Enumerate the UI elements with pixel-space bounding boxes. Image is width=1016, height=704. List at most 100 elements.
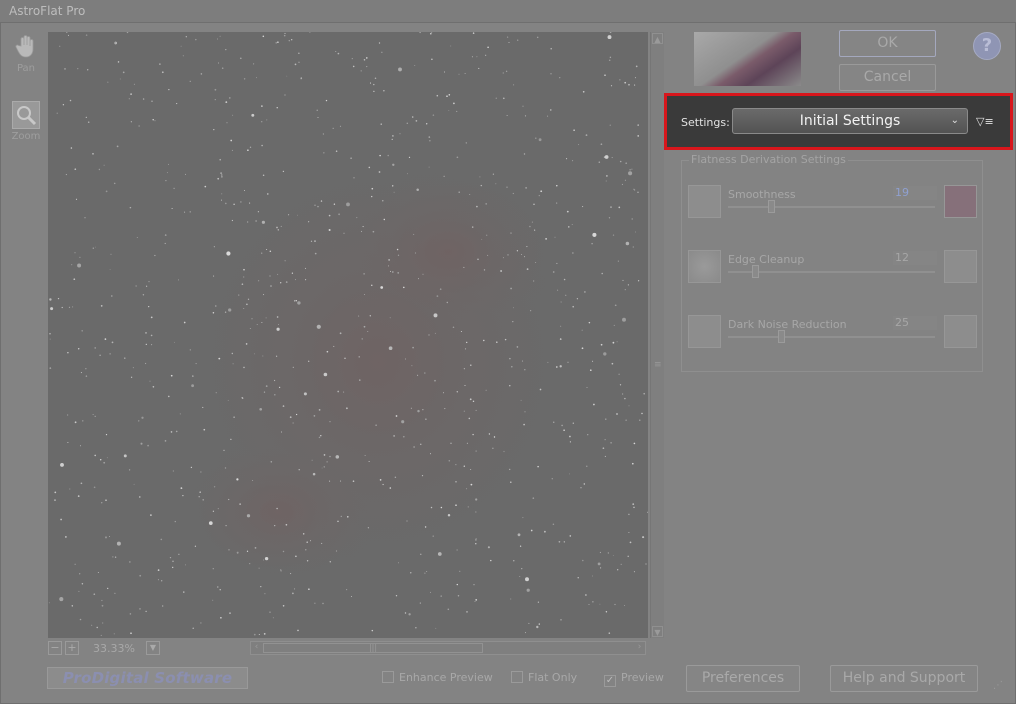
star <box>569 473 571 475</box>
star <box>312 472 316 476</box>
image-preview-canvas[interactable] <box>48 32 648 638</box>
star <box>623 604 625 606</box>
star <box>414 65 416 66</box>
slider-track[interactable] <box>728 206 935 208</box>
star <box>532 497 535 499</box>
star <box>195 38 197 41</box>
star <box>475 539 477 541</box>
star <box>353 176 355 179</box>
pan-tool[interactable]: Pan <box>8 34 44 74</box>
star <box>464 385 466 386</box>
zoom-dropdown-button[interactable]: ▼ <box>146 641 160 655</box>
star <box>614 603 616 606</box>
star <box>254 353 255 355</box>
star <box>82 420 84 422</box>
resize-grip-icon[interactable]: ⋰ <box>993 680 1003 691</box>
star <box>560 325 562 327</box>
star <box>308 221 310 223</box>
star <box>519 545 522 547</box>
slider-track[interactable] <box>728 271 935 273</box>
menu-icon[interactable]: ▽≡ <box>976 115 1000 131</box>
horizontal-scrollbar[interactable]: ‹ ||| › <box>250 641 646 655</box>
flat-only-checkbox[interactable]: Flat Only <box>511 671 577 684</box>
star <box>414 252 417 254</box>
star <box>495 183 497 185</box>
star <box>603 352 607 356</box>
flat-only-box[interactable] <box>511 671 523 683</box>
star <box>294 300 296 302</box>
preferences-button[interactable]: Preferences <box>686 665 800 692</box>
star <box>483 269 486 271</box>
star <box>592 360 594 362</box>
star <box>294 63 297 66</box>
dark-noise-value-field[interactable]: 25 <box>893 316 937 330</box>
slider-track[interactable] <box>728 336 935 338</box>
settings-preset-select[interactable]: Initial Settings ⌄ <box>732 108 968 134</box>
star <box>303 392 307 396</box>
scroll-down-icon[interactable]: ▼ <box>652 626 663 637</box>
star <box>130 93 132 95</box>
star <box>586 387 588 388</box>
enhance-preview-box[interactable] <box>382 671 394 683</box>
help-and-support-button[interactable]: Help and Support <box>830 665 978 692</box>
star <box>599 551 601 554</box>
star <box>467 506 469 508</box>
zoom-in-button[interactable]: + <box>65 641 79 655</box>
star <box>295 300 297 302</box>
star <box>110 253 112 255</box>
ok-button[interactable]: OK <box>839 30 936 57</box>
preview-checkbox[interactable]: ✓ Preview <box>604 671 664 687</box>
zoom-tool[interactable]: Zoom <box>8 101 44 142</box>
star <box>261 220 265 224</box>
star <box>517 39 519 41</box>
star <box>362 226 364 228</box>
star <box>453 102 455 105</box>
star <box>440 506 443 509</box>
star <box>463 368 465 370</box>
scroll-up-icon[interactable]: ▲ <box>652 33 663 44</box>
star <box>413 233 415 235</box>
slider-thumb[interactable] <box>752 265 759 278</box>
star <box>388 346 393 351</box>
zoom-out-button[interactable]: − <box>48 641 62 655</box>
star <box>391 185 394 187</box>
slider-thumb[interactable] <box>768 200 775 213</box>
star <box>526 268 529 270</box>
star <box>524 411 526 413</box>
star <box>604 74 606 76</box>
star <box>305 279 307 281</box>
star <box>116 145 119 148</box>
star <box>257 280 260 282</box>
vertical-scrollbar[interactable]: ▲ ≡ ▼ <box>650 32 664 638</box>
star <box>249 202 251 204</box>
star <box>152 118 154 121</box>
checkmark-icon[interactable]: ✓ <box>604 675 616 687</box>
question-icon[interactable]: ? <box>973 32 1001 60</box>
star <box>228 308 232 312</box>
star <box>617 569 619 571</box>
star <box>294 279 297 281</box>
star <box>263 391 266 393</box>
star <box>589 369 592 372</box>
star <box>471 56 473 58</box>
star <box>417 278 419 280</box>
horizontal-scroll-thumb[interactable]: ||| <box>263 643 483 653</box>
star <box>183 591 185 593</box>
smoothness-value-field[interactable]: 19 <box>893 186 937 200</box>
slider-thumb[interactable] <box>778 330 785 343</box>
scroll-left-icon[interactable]: ‹ <box>251 642 262 652</box>
cancel-button[interactable]: Cancel <box>839 64 936 91</box>
star <box>572 160 574 162</box>
star <box>383 218 386 221</box>
star <box>225 48 227 51</box>
scroll-right-icon[interactable]: › <box>634 642 645 652</box>
edge-cleanup-value-field[interactable]: 12 <box>893 251 937 265</box>
star <box>246 514 251 518</box>
star <box>253 63 255 65</box>
scroll-grip-icon[interactable]: ≡ <box>654 360 662 370</box>
star <box>227 400 229 401</box>
star <box>101 599 103 602</box>
enhance-preview-checkbox[interactable]: Enhance Preview <box>382 671 493 684</box>
settings-selected-value: Initial Settings <box>799 113 901 129</box>
star <box>243 78 246 80</box>
